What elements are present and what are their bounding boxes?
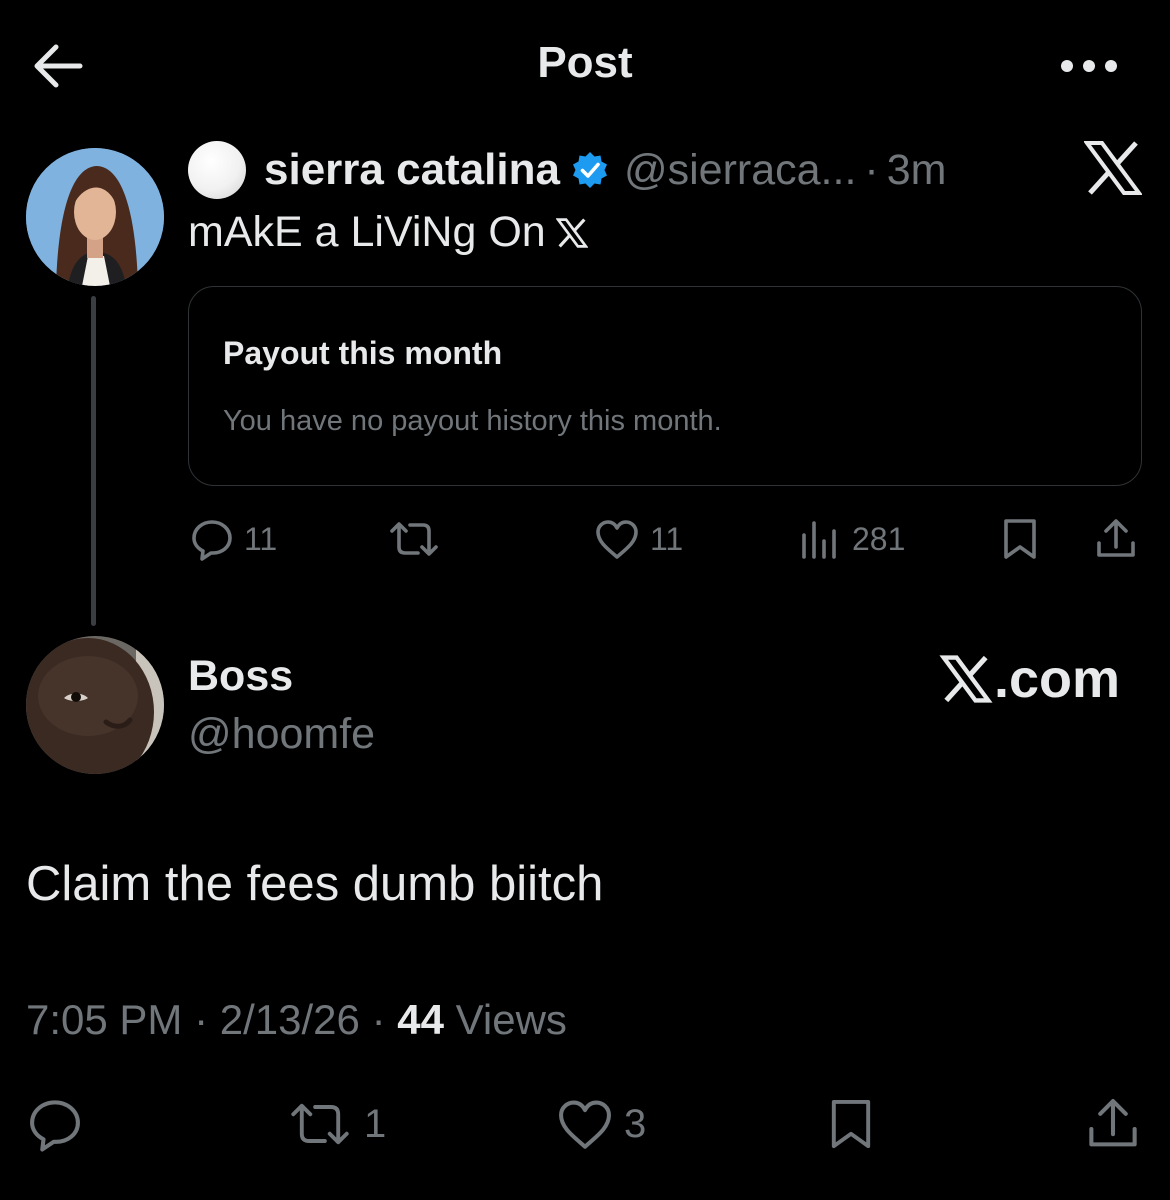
payout-card-subtitle: You have no payout history this month.: [223, 405, 722, 437]
like-button[interactable]: 11: [594, 512, 683, 566]
x-com-text: .com: [994, 649, 1121, 709]
white-circle-emoji: [188, 141, 246, 199]
views-chart-icon: [802, 521, 836, 559]
reply-author-handle[interactable]: @hoomfe: [188, 710, 375, 759]
repost-button[interactable]: [386, 512, 442, 566]
share-button[interactable]: [1084, 1094, 1142, 1154]
share-icon: [1097, 519, 1135, 557]
heart-icon: [559, 1100, 611, 1149]
views-label: Views: [455, 996, 567, 1043]
like-count: 11: [650, 520, 684, 557]
reply-button[interactable]: 11: [190, 512, 277, 566]
x-com-brand: .com: [938, 648, 1120, 710]
payout-card-title: Payout this month: [223, 335, 503, 371]
thread-line: [91, 296, 96, 626]
post-metadata: 7:05 PM · 2/13/26 · 44 Views: [26, 996, 567, 1044]
reply-count: 11: [244, 520, 278, 557]
reply-icon: [30, 1100, 80, 1152]
reply-author-name[interactable]: Boss: [188, 652, 293, 701]
repost-count: 1: [364, 1101, 387, 1146]
separator-dot: ·: [194, 996, 209, 1043]
x-logo-icon: [555, 217, 588, 248]
more-button[interactable]: [1054, 48, 1124, 84]
views-count[interactable]: 44: [397, 996, 444, 1043]
author-display-name[interactable]: sierra catalina: [264, 145, 560, 195]
bookmark-icon: [1004, 519, 1036, 559]
reply-icon: [192, 520, 232, 561]
bookmark-button[interactable]: [824, 1094, 878, 1154]
payout-card[interactable]: Payout this month You have no payout his…: [188, 286, 1142, 486]
author-handle[interactable]: @sierraca...: [624, 146, 856, 195]
bookmark-icon: [831, 1099, 871, 1149]
profile-photo: [26, 636, 164, 774]
separator-dot: ·: [864, 145, 879, 194]
avatar[interactable]: [26, 148, 164, 286]
share-icon: [1089, 1099, 1137, 1147]
profile-photo: [26, 148, 164, 286]
repost-icon: [390, 522, 438, 556]
share-button[interactable]: [1094, 512, 1138, 566]
avatar[interactable]: [26, 636, 164, 774]
post-timestamp[interactable]: 7:05 PM: [26, 996, 182, 1043]
more-dots-icon: [1061, 60, 1117, 72]
heart-icon: [596, 520, 638, 559]
author-row: sierra catalina @sierraca... · 3m: [188, 140, 946, 200]
page-title: Post: [537, 38, 633, 87]
separator-dot: ·: [371, 996, 386, 1043]
repost-icon: [291, 1103, 349, 1145]
reply-button[interactable]: [26, 1094, 84, 1154]
post-text: mAkE a LiViNg On: [188, 208, 588, 257]
x-logo-icon: [939, 655, 993, 703]
bookmark-button[interactable]: [998, 512, 1042, 566]
repost-button[interactable]: 1: [286, 1094, 386, 1154]
like-button[interactable]: 3: [556, 1094, 646, 1154]
verified-badge-icon: [570, 150, 610, 190]
views-button[interactable]: 281: [798, 512, 905, 566]
x-logo-icon: [1084, 140, 1142, 196]
like-count: 3: [624, 1101, 647, 1146]
post-date[interactable]: 2/13/26: [220, 996, 360, 1043]
reply-post-text: Claim the fees dumb biitch: [26, 857, 604, 911]
views-count: 281: [852, 520, 906, 557]
post-text-content: mAkE a LiViNg On: [188, 208, 546, 256]
post-time[interactable]: 3m: [887, 146, 947, 195]
